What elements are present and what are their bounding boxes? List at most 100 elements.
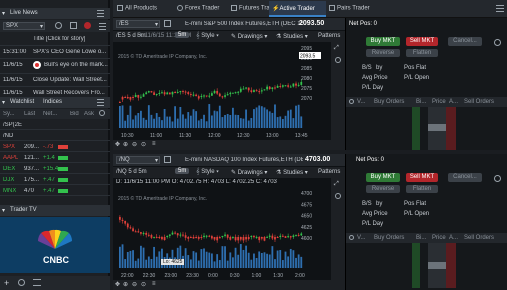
column-header[interactable]: A... — [449, 235, 458, 241]
buy-market-button[interactable]: Buy MKT — [366, 173, 400, 182]
tab-pairs-trader[interactable]: Pairs Trader — [329, 5, 370, 12]
news-menu-icon[interactable] — [97, 10, 104, 17]
ladder-current-price[interactable] — [428, 262, 446, 269]
table-row[interactable]: DEX 937... +15.4 — [0, 164, 110, 174]
trader-tv-video[interactable]: CNBC — [0, 217, 110, 273]
tab-forex-trader[interactable]: Forex Trader — [177, 5, 219, 12]
zoom-out-icon[interactable]: ⊖ — [132, 281, 137, 288]
style-button[interactable]: 𝄞 Style ▾ — [196, 33, 219, 40]
link-icon[interactable] — [164, 156, 171, 163]
gear-icon[interactable] — [349, 99, 354, 104]
interval-selector[interactable]: 5m — [175, 168, 190, 174]
reset-zoom-icon[interactable]: ⊙ — [141, 281, 146, 288]
tab-active-trader[interactable]: ⚡Active Trader — [269, 1, 326, 17]
collapse-arrow-icon[interactable]: ▾ — [2, 99, 5, 106]
drawings-button[interactable]: ✎ Drawings ▾ — [231, 33, 267, 40]
column-header[interactable]: V... — [357, 99, 365, 105]
column-header[interactable]: Price — [432, 235, 446, 241]
column-header[interactable]: Sy... — [3, 111, 15, 117]
gear-icon[interactable] — [335, 57, 341, 63]
table-row[interactable]: /ND — [0, 131, 110, 141]
gear-icon[interactable] — [494, 39, 501, 46]
volume-bar — [218, 260, 221, 268]
column-header[interactable]: Buy Orders — [374, 99, 404, 105]
watchlist-menu-icon[interactable] — [97, 99, 104, 106]
tab-all-products[interactable]: All Products — [117, 5, 157, 12]
zoom-out-icon[interactable]: ⊖ — [132, 141, 137, 148]
reverse-button[interactable]: Reverse — [366, 185, 400, 193]
collapse-arrow-icon[interactable]: ▾ — [2, 207, 5, 214]
studies-button[interactable]: ⚗ Studies ▾ — [276, 169, 308, 176]
news-symbol-input[interactable]: SPX ▾ — [3, 22, 45, 30]
column-header[interactable]: Bid — [70, 111, 79, 117]
menu-icon[interactable]: ≡ — [152, 281, 156, 287]
expand-icon[interactable]: ⤢ — [334, 181, 339, 188]
sell-market-button[interactable]: Sell MKT — [406, 37, 438, 46]
link-icon[interactable] — [70, 22, 77, 29]
gear-icon[interactable] — [494, 175, 501, 182]
symbol-input[interactable]: /ES ▾ — [116, 20, 160, 28]
patterns-button[interactable]: Patterns — [318, 169, 340, 175]
table-row[interactable]: DJX 175... +.47 — [0, 175, 110, 185]
gear-icon[interactable] — [349, 235, 354, 240]
list-item[interactable]: 11/6/15 Bull's eye on the mark... — [0, 59, 110, 73]
flask-icon: ⚗ — [276, 34, 282, 40]
sell-market-button[interactable]: Sell MKT — [406, 173, 438, 182]
table-row[interactable]: AAPL 121... +1.4 — [0, 153, 110, 163]
column-header[interactable]: Price — [432, 99, 446, 105]
cancel-button[interactable]: Cancel... — [448, 173, 482, 182]
tab-watchlist[interactable]: Watchlist — [10, 99, 34, 105]
column-header[interactable]: V... — [357, 235, 365, 241]
gear-icon[interactable] — [99, 110, 105, 116]
gear-icon[interactable] — [55, 22, 62, 29]
column-header[interactable]: Ask — [84, 111, 94, 117]
drag-icon[interactable]: ✥ — [115, 281, 120, 288]
column-header[interactable]: Bi... — [416, 235, 426, 241]
cancel-button[interactable]: Cancel... — [448, 37, 482, 46]
zoom-in-icon[interactable]: ⊕ — [123, 281, 128, 288]
drag-icon[interactable]: ✥ — [115, 141, 120, 148]
column-header[interactable]: Buy Orders — [374, 235, 404, 241]
collapse-arrow-icon[interactable]: ▾ — [2, 10, 5, 17]
table-row[interactable]: /SP(2E — [0, 120, 110, 130]
list-item[interactable]: 11/6/15 Close Update: Wall Street... — [0, 74, 110, 86]
buy-market-button[interactable]: Buy MKT — [366, 37, 400, 46]
style-button[interactable]: 𝄞 Style ▾ — [196, 169, 219, 176]
reverse-button[interactable]: Reverse — [366, 49, 400, 57]
hamburger-menu-icon[interactable] — [496, 5, 504, 12]
gear-icon[interactable] — [335, 193, 341, 199]
column-header[interactable]: Net... — [43, 111, 57, 117]
volume-bar — [200, 118, 203, 128]
symbol-input[interactable]: /NQ ▾ — [116, 156, 160, 164]
column-header[interactable]: Sell Orders — [464, 99, 494, 105]
record-icon[interactable] — [84, 22, 91, 29]
column-header[interactable]: Last — [24, 111, 35, 117]
trade-panel-es: Net Pos: 0 Buy MKT Sell MKT Cancel... Re… — [345, 18, 507, 150]
expand-icon[interactable]: ⤢ — [334, 45, 339, 52]
flatten-button[interactable]: Flatten — [406, 49, 438, 57]
menu-icon[interactable]: ≡ — [152, 141, 156, 147]
news-list-menu-icon[interactable] — [99, 23, 106, 30]
list-item[interactable]: Title [Click for story] — [0, 33, 110, 45]
patterns-button[interactable]: Patterns — [318, 33, 340, 39]
column-header[interactable]: Sell Orders — [464, 235, 494, 241]
menu-icon[interactable] — [33, 279, 41, 286]
ladder-bid-column — [412, 243, 420, 288]
ladder-current-price[interactable] — [428, 124, 446, 131]
tab-indices[interactable]: Indices — [43, 99, 62, 105]
reset-zoom-icon[interactable]: ⊙ — [141, 141, 146, 148]
table-row[interactable]: MNX 470 +.47 — [0, 186, 110, 196]
column-header[interactable]: A... — [449, 99, 458, 105]
studies-button[interactable]: ⚗ Studies ▾ — [276, 33, 308, 40]
drawings-button[interactable]: ✎ Drawings ▾ — [231, 169, 267, 176]
add-icon[interactable]: + — [4, 278, 9, 288]
table-row[interactable]: SPX 209... -.73 — [0, 142, 110, 152]
flatten-button[interactable]: Flatten — [406, 185, 438, 193]
column-header[interactable]: Bi... — [416, 99, 426, 105]
list-item[interactable]: 15:31:00 SPX's CEO Gene Lowe o... — [0, 46, 110, 58]
x-tick-label: 0:00 — [208, 273, 218, 279]
gear-icon[interactable] — [18, 279, 25, 286]
interval-selector[interactable]: 5m — [175, 32, 190, 38]
zoom-in-icon[interactable]: ⊕ — [123, 141, 128, 148]
link-icon[interactable] — [164, 20, 171, 27]
